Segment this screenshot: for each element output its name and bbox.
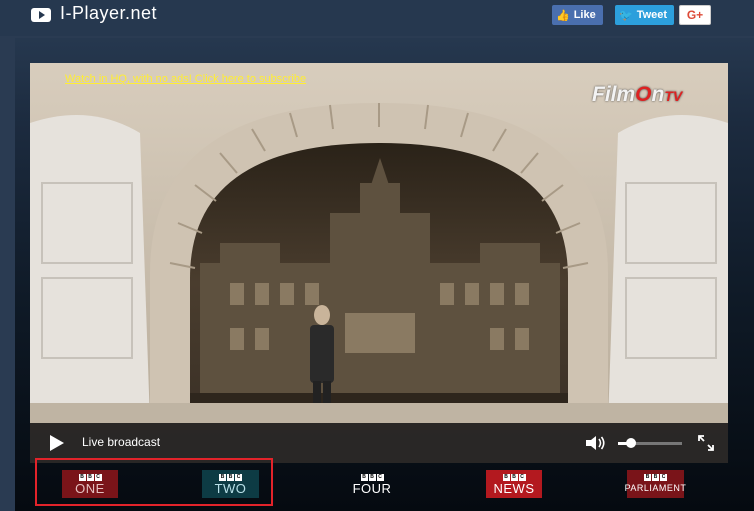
bbc-logo: BBC xyxy=(502,473,526,481)
site-title[interactable]: I-Player.net xyxy=(60,3,157,24)
facebook-like-label: Like xyxy=(573,9,596,21)
channel-name: PARLIAMENT xyxy=(624,482,687,493)
selection-highlight xyxy=(35,458,273,506)
filmon-logo: FilmOnTV xyxy=(592,83,683,106)
tweet-label: Tweet xyxy=(636,9,668,21)
volume-slider[interactable] xyxy=(618,438,682,448)
bbc-logo: BBC xyxy=(360,473,384,481)
channel-bbc-four[interactable]: BBC FOUR xyxy=(345,470,399,498)
twitter-bird-icon: 🐦 xyxy=(619,9,633,22)
fullscreen-icon[interactable] xyxy=(698,435,714,451)
subscribe-link[interactable]: Watch in HQ, with no ads! Click here to … xyxy=(65,73,306,85)
thumbs-up-icon: 👍 xyxy=(556,9,570,22)
volume-icon[interactable] xyxy=(585,435,607,451)
channel-bbc-parliament[interactable]: BBC PARLIAMENT xyxy=(624,470,687,498)
google-plus-button[interactable]: G+ xyxy=(679,5,711,25)
play-icon[interactable] xyxy=(50,435,64,451)
player-controls: Live broadcast xyxy=(30,423,728,463)
tweet-button[interactable]: 🐦 Tweet xyxy=(615,5,674,25)
channel-name: FOUR xyxy=(352,480,392,496)
bbc-logo: BBC xyxy=(644,473,667,481)
top-bar: I-Player.net 👍 Like 🐦 Tweet G+ xyxy=(0,0,754,36)
channel-bbc-news[interactable]: BBC NEWS xyxy=(486,470,542,498)
google-plus-label: G+ xyxy=(686,8,704,22)
volume-handle[interactable] xyxy=(625,438,636,448)
broadcast-status: Live broadcast xyxy=(82,435,161,449)
facebook-like-button[interactable]: 👍 Like xyxy=(552,5,603,25)
video-player[interactable]: Watch in HQ, with no ads! Click here to … xyxy=(30,63,728,463)
channel-name: NEWS xyxy=(493,480,535,496)
youtube-play-icon[interactable] xyxy=(31,8,51,22)
video-frame xyxy=(30,63,728,463)
